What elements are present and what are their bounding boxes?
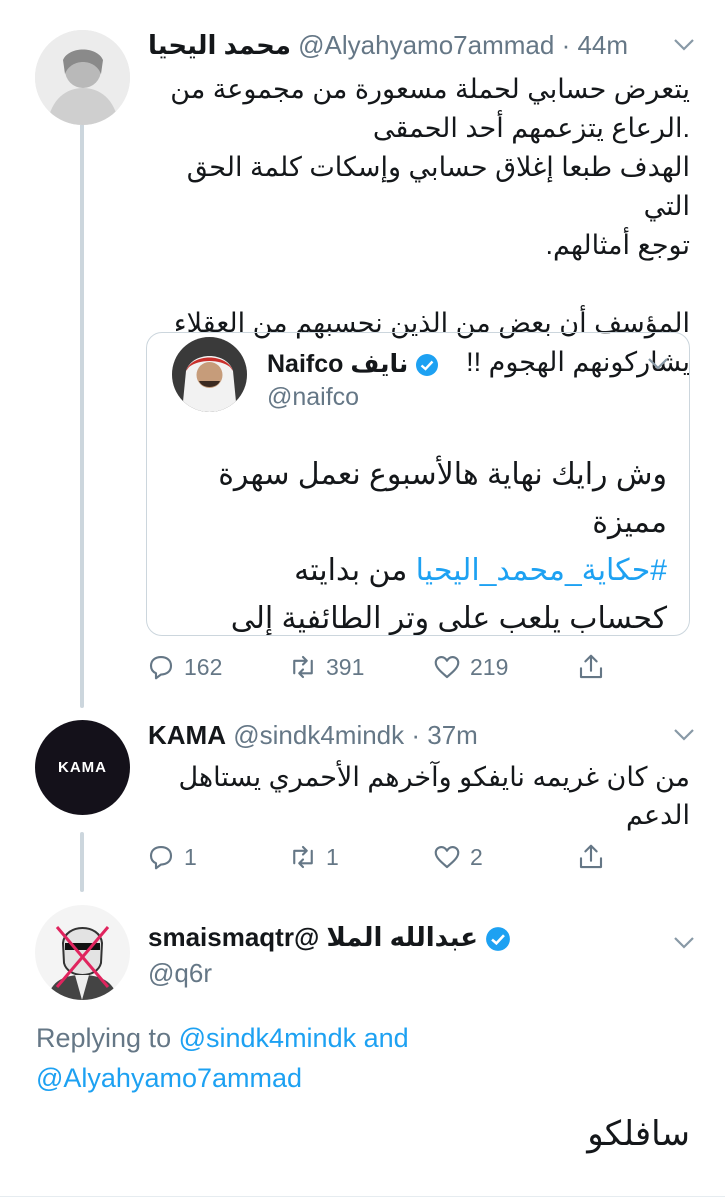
retweet-button[interactable]: 1 bbox=[288, 842, 339, 872]
tweet-text: من كان غريمه نايفكو وآخرهم الأحمري يستاه… bbox=[148, 758, 690, 834]
timestamp[interactable]: · 44m bbox=[562, 30, 628, 60]
tweet-text-line: من كان غريمه نايفكو وآخرهم الأحمري يستاه… bbox=[178, 762, 690, 792]
chevron-down-icon[interactable] bbox=[673, 936, 695, 950]
avatar[interactable] bbox=[35, 30, 130, 125]
share-icon bbox=[579, 844, 603, 869]
like-count: 219 bbox=[470, 653, 509, 680]
reply-icon bbox=[149, 655, 173, 680]
quoted-text: وش رايك نهاية هالأسبوع نعمل سهرة مميزة #… bbox=[167, 451, 667, 635]
replying-and: and bbox=[363, 1023, 409, 1053]
tweet-header: smaismaqtr@ عبدالله الملا bbox=[148, 922, 511, 953]
user-name[interactable]: محمد اليحيا bbox=[148, 30, 291, 60]
quoted-text-line: وش رايك نهاية هالأسبوع نعمل سهرة bbox=[218, 458, 667, 491]
like-button[interactable]: 2 bbox=[432, 842, 483, 872]
retweet-button[interactable]: 391 bbox=[288, 652, 364, 682]
replying-prefix: Replying to bbox=[36, 1023, 172, 1053]
quoted-header: Naifco نايف bbox=[267, 349, 439, 379]
tweet-text-line: الدعم bbox=[626, 800, 690, 830]
chevron-down-icon[interactable] bbox=[673, 728, 695, 742]
quoted-avatar[interactable] bbox=[172, 337, 247, 412]
user-handle[interactable]: @sindk4mindk bbox=[233, 720, 404, 750]
tweet-text-line: يتعرض حسابي لحملة مسعورة من مجموعة من bbox=[170, 74, 690, 104]
reply-button[interactable]: 1 bbox=[146, 842, 197, 872]
user-name[interactable]: smaismaqtr@ عبدالله الملا bbox=[148, 922, 478, 952]
replying-to: Replying to @sindk4mindk and @Alyahyamo7… bbox=[36, 1018, 676, 1098]
retweet-icon bbox=[293, 845, 313, 869]
tweet-header: محمد اليحيا @Alyahyamo7ammad · 44m bbox=[148, 30, 648, 66]
tweet-text-line: توجع أمثالهم. bbox=[545, 230, 690, 260]
quoted-text-line: #حكاية_محمد_اليحيا من بدايته bbox=[167, 547, 667, 595]
share-button[interactable] bbox=[576, 842, 606, 872]
verified-badge-icon bbox=[486, 927, 511, 952]
quoted-text-fragment: من بدايته bbox=[294, 554, 408, 587]
tweet-header: KAMA @sindk4mindk · 37m bbox=[148, 720, 478, 751]
retweet-count: 1 bbox=[326, 843, 339, 870]
quoted-text-line: مميزة bbox=[592, 506, 667, 539]
heart-icon bbox=[434, 655, 460, 679]
thread-line-2 bbox=[80, 832, 84, 892]
thread-line-1 bbox=[80, 108, 84, 708]
verified-badge-icon bbox=[416, 354, 439, 377]
bottom-divider bbox=[0, 1196, 725, 1197]
tweet-text-line: الهدف طبعا إغلاق حسابي وإسكات كلمة الحق … bbox=[186, 152, 690, 221]
share-button[interactable] bbox=[576, 652, 606, 682]
heart-icon bbox=[434, 845, 460, 869]
avatar[interactable]: KAMA bbox=[35, 720, 130, 815]
like-button[interactable]: 219 bbox=[432, 652, 508, 682]
user-handle[interactable]: @Alyahyamo7ammad bbox=[298, 30, 554, 60]
reply-icon bbox=[149, 845, 173, 870]
tweet-text: سافلكو bbox=[587, 1115, 690, 1153]
share-icon bbox=[579, 654, 603, 679]
tweet-text-line: .الرعاع يتزعمهم أحد الحمقى bbox=[372, 113, 690, 143]
quoted-user-name[interactable]: Naifco نايف bbox=[267, 350, 408, 378]
retweet-count: 391 bbox=[326, 653, 365, 680]
chevron-down-icon[interactable] bbox=[647, 357, 669, 371]
retweet-icon bbox=[293, 655, 313, 679]
reply-count: 1 bbox=[184, 843, 197, 870]
hashtag-link[interactable]: #حكاية_محمد_اليحيا bbox=[416, 554, 667, 587]
replying-user-link[interactable]: @Alyahyamo7ammad bbox=[36, 1063, 302, 1093]
timestamp[interactable]: · 37m bbox=[411, 720, 477, 750]
avatar[interactable] bbox=[35, 905, 130, 1000]
user-handle[interactable]: @q6r bbox=[148, 958, 212, 989]
avatar-logo-text: KAMA bbox=[58, 759, 107, 776]
reply-button[interactable]: 162 bbox=[146, 652, 222, 682]
replying-user-link[interactable]: @sindk4mindk bbox=[179, 1023, 356, 1053]
quoted-tweet[interactable]: Naifco نايف @naifco وش رايك نهاية هالأسب… bbox=[146, 332, 690, 636]
reply-count: 162 bbox=[184, 653, 223, 680]
quoted-text-line: كحساب يلعب على وتر الطائفية إلى bbox=[230, 602, 667, 635]
like-count: 2 bbox=[470, 843, 483, 870]
quoted-handle[interactable]: @naifco bbox=[267, 383, 359, 412]
user-name[interactable]: KAMA bbox=[148, 720, 226, 750]
chevron-down-icon[interactable] bbox=[673, 38, 695, 52]
